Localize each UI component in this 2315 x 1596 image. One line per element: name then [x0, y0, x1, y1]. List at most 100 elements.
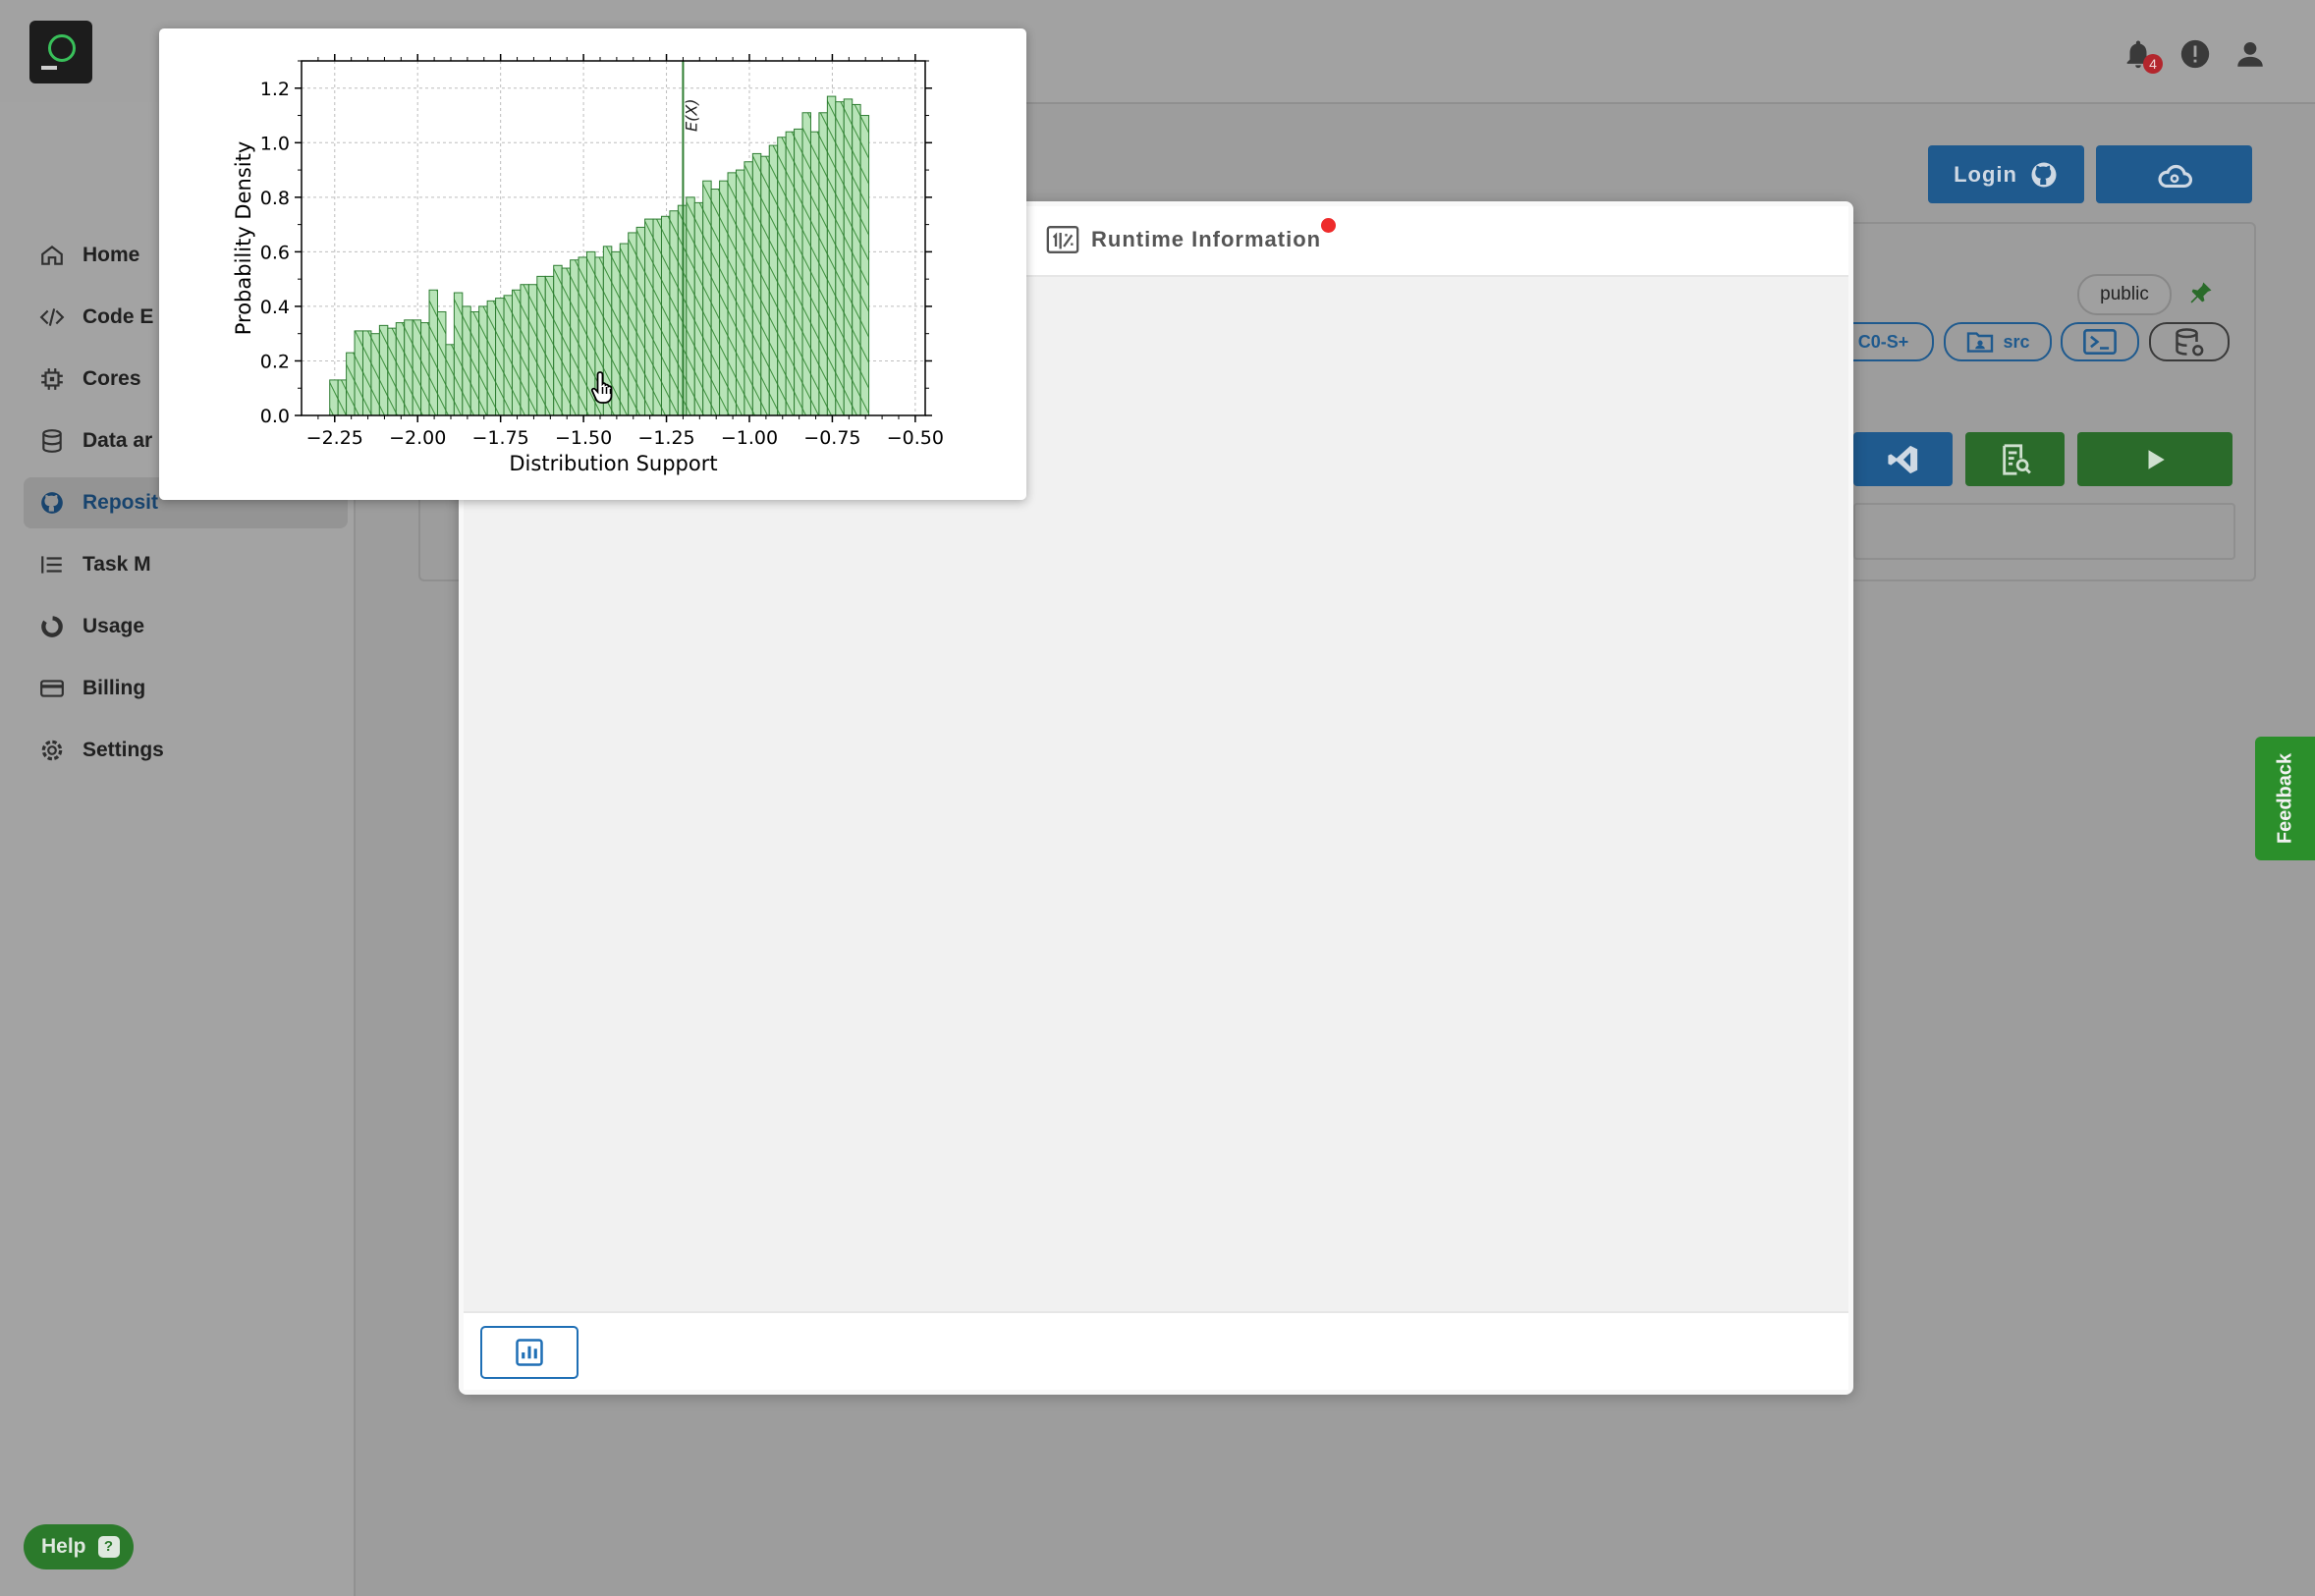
x-tick-label: −1.00	[721, 427, 778, 449]
notification-badge: 4	[2143, 54, 2163, 74]
histogram-bar	[486, 300, 497, 416]
histogram-bar	[561, 267, 572, 416]
histogram-bar	[735, 169, 745, 416]
visibility-badge: public	[2077, 274, 2172, 315]
histogram-bar	[611, 250, 621, 416]
y-tick-label: 1.2	[260, 79, 290, 100]
login-label: Login	[1954, 161, 2017, 187]
sidebar-item-label: Reposit	[83, 491, 159, 514]
histogram-bar	[660, 215, 671, 416]
help-icon: ?	[97, 1536, 120, 1558]
inspect-button[interactable]	[1965, 432, 2065, 486]
x-axis-label: Distribution Support	[509, 452, 717, 475]
histogram-bar	[669, 210, 679, 416]
y-axis-label: Probability Density	[232, 141, 255, 336]
histogram-bar	[544, 275, 555, 416]
histogram-bar	[794, 128, 803, 416]
sidebar-item-label: Settings	[83, 739, 164, 761]
cores-chip-label: C0-S+	[1857, 331, 1909, 352]
histogram-bar	[578, 256, 587, 416]
play-icon	[2148, 449, 2165, 469]
x-tick-label: −1.50	[555, 427, 612, 449]
vscode-icon	[1887, 445, 1917, 473]
histogram-bar	[478, 305, 488, 416]
histogram-chart: E(X) −2.25 −2.00 −1.75 −1.50 −1.25 −1.00 −0.75…	[232, 54, 944, 475]
alert-icon[interactable]	[2178, 37, 2212, 71]
sidebar-item-label: Task M	[83, 553, 151, 576]
histogram-bar	[462, 305, 471, 416]
run-button[interactable]	[2077, 432, 2232, 486]
database-settings-chip[interactable]	[2149, 322, 2230, 361]
histogram-bar	[404, 319, 413, 416]
code-icon	[39, 308, 65, 326]
src-chip[interactable]: src	[1944, 322, 2052, 361]
login-button[interactable]: Login	[1928, 145, 2084, 203]
terminal-chip[interactable]	[2061, 322, 2139, 361]
histogram-bar	[686, 196, 695, 416]
help-button[interactable]: Help ?	[24, 1524, 134, 1569]
github-icon	[41, 492, 63, 514]
histogram-bar	[469, 310, 480, 416]
histogram-bar	[727, 172, 737, 416]
sidebar-item-usage[interactable]: Usage	[24, 601, 348, 652]
histogram-bar	[818, 112, 828, 416]
histogram-bar	[536, 275, 546, 416]
x-tick-label: −1.75	[472, 427, 529, 449]
histogram-bar	[354, 330, 363, 416]
y-tick-label: 0.2	[260, 351, 290, 372]
sidebar-item-label: Cores	[83, 367, 141, 390]
app-logo[interactable]	[29, 21, 92, 83]
histogram-bar	[628, 232, 637, 416]
histogram-bar	[852, 103, 861, 416]
histogram-bar	[693, 201, 704, 416]
bar-chart-icon	[516, 1339, 543, 1366]
user-icon[interactable]	[2233, 37, 2267, 71]
sidebar-item-billing[interactable]: Billing	[24, 663, 348, 714]
histogram-bar	[859, 115, 870, 416]
histogram-bar	[420, 322, 430, 416]
histogram-bar	[445, 344, 455, 416]
runtime-info-icon	[1046, 226, 1079, 253]
histogram-bar	[511, 289, 522, 416]
chart-view-button[interactable]	[480, 1326, 579, 1379]
histogram-bar	[453, 292, 464, 416]
histogram-bar	[768, 144, 779, 416]
tab-runtime-information[interactable]: Runtime Information	[1046, 226, 1321, 253]
sidebar-item-label: Billing	[83, 677, 146, 699]
src-chip-label: src	[2003, 331, 2030, 352]
histogram-bar	[835, 101, 845, 416]
x-tick-label: −0.75	[803, 427, 860, 449]
histogram-bar	[809, 131, 820, 416]
histogram-bar	[801, 112, 811, 416]
histogram-bar	[635, 226, 646, 416]
feedback-tab[interactable]: Feedback	[2255, 737, 2315, 860]
vscode-button[interactable]	[1853, 432, 1953, 486]
cloud-sync-button[interactable]	[2096, 145, 2252, 203]
histogram-bar	[570, 259, 579, 416]
sidebar-item-label: Code E	[83, 305, 154, 328]
histogram-bar	[702, 180, 712, 416]
histogram-bar	[387, 327, 397, 416]
list-icon	[41, 556, 62, 574]
pin-icon[interactable]	[2187, 279, 2215, 306]
sidebar-item-task-manager[interactable]: Task M	[24, 539, 348, 590]
home-icon	[41, 245, 63, 265]
sidebar-item-label: Data ar	[83, 429, 153, 452]
histogram-bar	[412, 319, 422, 416]
histogram-bar	[652, 218, 662, 416]
modal-footer	[464, 1311, 1848, 1390]
histogram-bar	[520, 284, 529, 416]
tab-label: Runtime Information	[1091, 227, 1322, 251]
histogram-bar	[495, 298, 505, 416]
sidebar-item-settings[interactable]: Settings	[24, 725, 348, 776]
usage-icon	[41, 616, 63, 637]
output-strip	[1853, 503, 2235, 560]
histogram-bar	[710, 189, 721, 416]
y-tick-label: 0.6	[260, 242, 290, 263]
cloud-icon	[2158, 164, 2192, 188]
histogram-bar	[337, 379, 348, 416]
histogram-bar	[378, 324, 389, 416]
terminal-icon	[2083, 329, 2117, 355]
histogram-bar	[553, 264, 563, 416]
database-settings-icon	[2176, 328, 2204, 357]
